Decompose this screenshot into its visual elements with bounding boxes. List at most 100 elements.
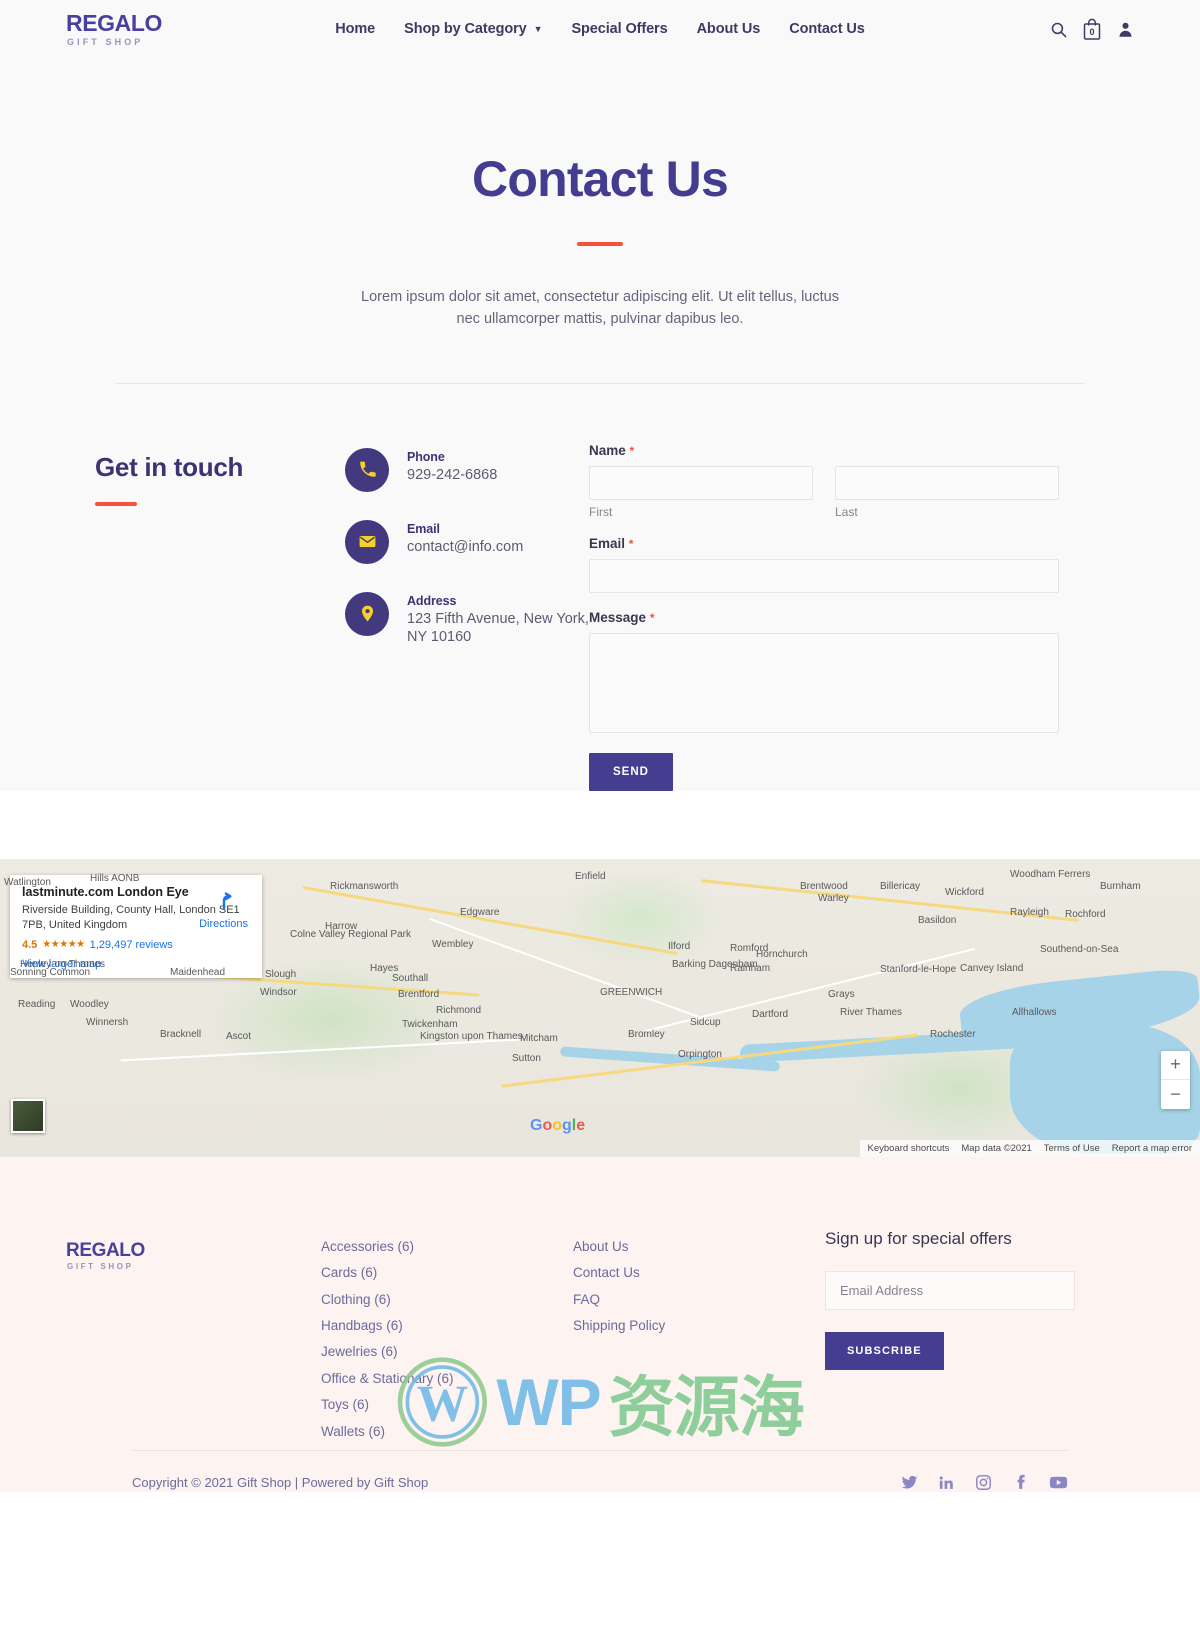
newsletter-email-input[interactable] — [825, 1270, 1075, 1310]
site-header: REGALO GIFT SHOP Home Shop by Category ▼… — [0, 0, 1200, 58]
nav-item-home[interactable]: Home — [335, 21, 375, 37]
footer-category-cards[interactable]: Cards (6) — [321, 1265, 573, 1282]
map-place-label: Rayleigh — [1010, 906, 1049, 918]
email-field-label: Email * — [589, 536, 1059, 551]
map-place-label: Grays — [828, 988, 855, 1000]
map-street-view-thumbnail[interactable] — [11, 1098, 45, 1133]
footer-link-faq[interactable]: FAQ — [573, 1292, 825, 1309]
footer-link-about-us[interactable]: About Us — [573, 1239, 825, 1256]
required-asterisk: * — [629, 443, 635, 458]
footer-category-office-stationary[interactable]: Office & Stationary (6) — [321, 1371, 573, 1388]
nav-item-shop-by-category[interactable]: Shop by Category ▼ — [404, 21, 542, 37]
map-review-count[interactable]: 1,29,497 reviews — [90, 939, 173, 951]
footer-bottom-bar: Copyright © 2021 Gift Shop | Powered by … — [132, 1449, 1068, 1492]
contact-detail-value: 123 Fifth Avenue, New York, NY 10160 — [407, 610, 589, 646]
footer-category-clothing[interactable]: Clothing (6) — [321, 1292, 573, 1309]
map-place-label: Winnersh — [86, 1016, 129, 1028]
map-place-label: Maidenhead — [170, 966, 226, 978]
contact-detail-value[interactable]: 929-242-6868 — [407, 466, 497, 485]
message-field-label: Message * — [589, 610, 1059, 625]
footer-category-jewelries[interactable]: Jewelries (6) — [321, 1344, 573, 1361]
nav-item-about-us[interactable]: About Us — [697, 21, 761, 37]
facebook-icon[interactable] — [1012, 1474, 1029, 1491]
name-field-row: First Last — [589, 465, 1059, 519]
google-watermark: Google — [530, 1116, 586, 1134]
name-field-label: Name * — [589, 443, 1059, 458]
contact-detail-value[interactable]: contact@info.com — [407, 538, 523, 557]
map-zoom-controls: + − — [1161, 1050, 1190, 1109]
subscribe-button[interactable]: SUBSCRIBE — [825, 1331, 944, 1370]
heading-underline-accent — [95, 501, 137, 506]
map-zoom-out-button[interactable]: − — [1161, 1080, 1190, 1109]
map-place-label: Hills AONB — [90, 872, 140, 884]
map-place-label: Canvey Island — [960, 962, 1024, 974]
instagram-icon[interactable] — [975, 1474, 992, 1491]
search-icon[interactable] — [1050, 21, 1067, 38]
footer-link-list: About Us Contact Us FAQ Shipping Policy — [573, 1217, 825, 1450]
map-place-label: Hornchurch — [756, 948, 808, 960]
map-place-label: GREENWICH — [600, 986, 663, 998]
directions-arrow-icon — [222, 892, 232, 910]
message-textarea[interactable] — [589, 632, 1059, 733]
nav-item-contact-us[interactable]: Contact Us — [789, 21, 865, 37]
location-pin-icon — [345, 591, 389, 636]
nav-label: Contact Us — [789, 21, 865, 37]
footer-category-handbags[interactable]: Handbags (6) — [321, 1318, 573, 1335]
newsletter-signup: Sign up for special offers SUBSCRIBE — [825, 1217, 1125, 1450]
map-place-label: Watlington — [4, 876, 51, 888]
cart-count-badge: 0 — [1089, 27, 1095, 37]
footer-category-toys[interactable]: Toys (6) — [321, 1397, 573, 1414]
map-place-label: Orpington — [678, 1048, 722, 1060]
map-place-label: Enfield — [575, 870, 606, 882]
email-input[interactable] — [589, 558, 1059, 593]
map-place-label: Bracknell — [160, 1028, 202, 1040]
map-place-label: Ascot — [226, 1030, 252, 1042]
keyboard-shortcuts-link[interactable]: Keyboard shortcuts — [868, 1143, 950, 1154]
map-place-label: Southend-on-Sea — [1040, 943, 1119, 955]
map-place-label: Wembley — [432, 938, 474, 950]
header-icon-group: 0 — [1050, 18, 1134, 40]
youtube-icon[interactable] — [1049, 1473, 1068, 1492]
site-logo[interactable]: REGALO GIFT SHOP — [66, 11, 162, 47]
map-place-label: Brentwood — [800, 880, 848, 892]
message-label-text: Message — [589, 609, 647, 625]
linkedin-icon[interactable] — [938, 1474, 955, 1491]
nav-label: Shop by Category — [404, 21, 527, 37]
contact-detail-label: Email — [407, 521, 440, 536]
map-place-label: Windsor — [260, 986, 297, 998]
map-place-label: Warley — [818, 892, 849, 904]
first-name-hint: First — [589, 504, 613, 519]
map-place-label: Sutton — [512, 1052, 541, 1064]
directions-label: Directions — [199, 917, 248, 930]
map-data-credit: Map data ©2021 — [961, 1142, 1032, 1154]
report-map-error-link[interactable]: Report a map error — [1112, 1143, 1192, 1154]
map-place-label: Billericay — [880, 880, 921, 892]
footer-category-accessories[interactable]: Accessories (6) — [321, 1239, 573, 1256]
send-button[interactable]: SEND — [589, 752, 673, 791]
email-icon — [345, 519, 389, 564]
title-underline-accent — [577, 242, 623, 246]
footer-link-shipping-policy[interactable]: Shipping Policy — [573, 1318, 825, 1335]
first-name-input[interactable] — [589, 465, 813, 500]
page-title: Contact Us — [472, 151, 729, 207]
map-directions-button[interactable]: Directions — [199, 889, 248, 930]
last-name-input[interactable] — [835, 465, 1059, 500]
twitter-icon[interactable] — [901, 1474, 918, 1491]
nav-item-special-offers[interactable]: Special Offers — [571, 21, 667, 37]
footer-link-contact-us[interactable]: Contact Us — [573, 1265, 825, 1282]
map-place-label: Rochester — [930, 1028, 976, 1040]
footer-logo[interactable]: REGALO GIFT SHOP — [66, 1217, 321, 1450]
map-zoom-in-button[interactable]: + — [1161, 1051, 1190, 1080]
account-icon[interactable] — [1117, 20, 1134, 38]
main-navigation: Home Shop by Category ▼ Special Offers A… — [335, 21, 865, 37]
map-place-label: Southall — [392, 972, 429, 984]
cart-icon[interactable]: 0 — [1082, 18, 1102, 40]
contact-form: Name * First Last Email * Message * SEND — [589, 440, 1059, 791]
required-asterisk: * — [628, 536, 634, 551]
footer-category-wallets[interactable]: Wallets (6) — [321, 1424, 573, 1441]
location-map[interactable]: lastminute.com London Eye Iconic riversi… — [0, 858, 1200, 1157]
map-place-label: Brentford — [398, 988, 440, 1000]
terms-of-use-link[interactable]: Terms of Use — [1044, 1143, 1100, 1154]
map-place-label: Reading — [18, 998, 56, 1010]
map-place-label: Kingston upon Thames — [420, 1030, 523, 1042]
